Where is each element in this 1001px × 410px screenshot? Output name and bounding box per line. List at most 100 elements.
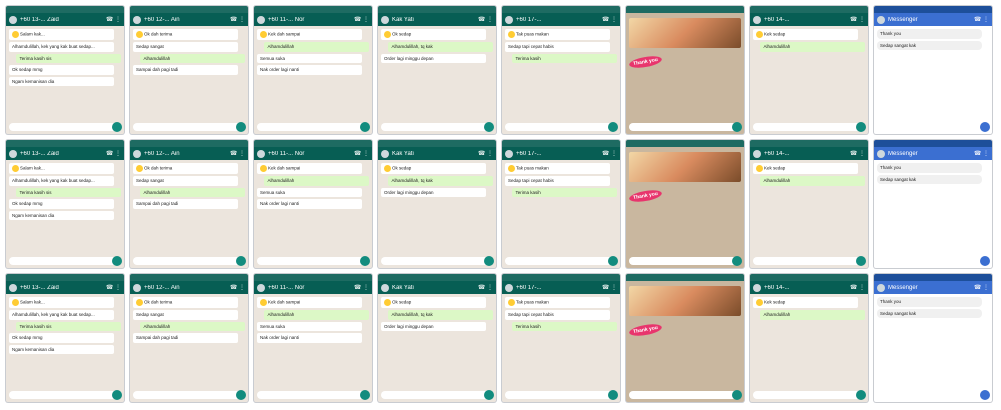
message-input[interactable] <box>629 390 742 400</box>
message-input[interactable] <box>257 122 370 132</box>
chat-message-text: Ok sedap mmg <box>12 201 43 206</box>
status-bar <box>254 6 372 13</box>
send-button[interactable] <box>236 256 246 266</box>
chat-message: Alhamdulillah <box>760 176 865 186</box>
chat-message: Kek dah sampai <box>257 29 362 40</box>
avatar <box>381 149 389 158</box>
send-button[interactable] <box>360 390 370 400</box>
chat-header: Kak Yati ☎ ⋮ <box>378 281 496 294</box>
send-button[interactable] <box>856 122 866 132</box>
header-icons: ☎ ⋮ <box>229 285 245 291</box>
message-input[interactable] <box>133 122 246 132</box>
message-input[interactable] <box>877 256 990 266</box>
send-button[interactable] <box>484 390 494 400</box>
status-bar <box>626 274 744 281</box>
send-button[interactable] <box>732 390 742 400</box>
status-bar <box>130 6 248 13</box>
header-icons: ☎ ⋮ <box>477 151 493 157</box>
chat-title: Kak Yati <box>392 16 414 23</box>
send-button[interactable] <box>360 256 370 266</box>
send-button[interactable] <box>608 390 618 400</box>
message-input[interactable] <box>629 256 742 266</box>
chat-title: +60 13-... Zaid <box>20 150 59 157</box>
avatar <box>257 15 265 24</box>
send-button[interactable] <box>856 256 866 266</box>
chat-message-text: Terima kasih sis <box>19 55 52 61</box>
message-input[interactable] <box>505 390 618 400</box>
message-input[interactable] <box>505 256 618 266</box>
message-input[interactable] <box>257 390 370 400</box>
avatar <box>753 283 761 292</box>
message-input[interactable] <box>381 256 494 266</box>
send-button[interactable] <box>980 390 990 400</box>
chat-header: +60 13-... Zaid ☎ ⋮ <box>6 147 124 160</box>
message-input[interactable] <box>9 122 122 132</box>
send-button[interactable] <box>980 122 990 132</box>
chat-message: Alhamdulillah <box>140 53 245 63</box>
message-input[interactable] <box>877 390 990 400</box>
message-input[interactable] <box>753 256 866 266</box>
chat-message: Alhamdulillah <box>140 321 245 331</box>
message-input[interactable] <box>381 122 494 132</box>
chat-header: Kak Yati ☎ ⋮ <box>378 147 496 160</box>
send-button[interactable] <box>484 256 494 266</box>
send-button[interactable] <box>112 122 122 132</box>
chat-title: +60 11-... Nor <box>268 16 305 23</box>
header-icons: ☎ ⋮ <box>849 285 865 291</box>
message-input[interactable] <box>629 122 742 132</box>
avatar <box>133 283 141 292</box>
message-input[interactable] <box>133 390 246 400</box>
chat-message-text: Salam kak... <box>20 299 45 305</box>
emoji-icon <box>136 165 143 172</box>
chat-message: Order lagi minggu depan <box>381 53 486 63</box>
status-bar <box>6 140 124 147</box>
send-button[interactable] <box>236 390 246 400</box>
message-input[interactable] <box>9 256 122 266</box>
message-input[interactable] <box>753 122 866 132</box>
send-button[interactable] <box>484 122 494 132</box>
chat-message: Tak puas makan <box>505 297 610 308</box>
avatar <box>753 15 761 24</box>
chat-header: +60 14-... ☎ ⋮ <box>750 13 868 26</box>
status-bar <box>626 6 744 13</box>
chat-title: +60 12-... Ain <box>144 150 180 157</box>
send-button[interactable] <box>236 122 246 132</box>
send-button[interactable] <box>732 256 742 266</box>
avatar <box>381 15 389 24</box>
header-icons: ☎ ⋮ <box>353 151 369 157</box>
emoji-icon <box>756 165 763 172</box>
message-input[interactable] <box>133 256 246 266</box>
send-button[interactable] <box>732 122 742 132</box>
chat-title: +60 17-... <box>516 16 542 23</box>
avatar <box>133 15 141 24</box>
send-button[interactable] <box>856 390 866 400</box>
send-button[interactable] <box>112 256 122 266</box>
send-button[interactable] <box>360 122 370 132</box>
message-input[interactable] <box>753 390 866 400</box>
chat-header: +60 12-... Ain ☎ ⋮ <box>130 13 248 26</box>
chat-title: +60 17-... <box>516 284 542 291</box>
chat-message: Ok sedap mmg <box>9 333 114 343</box>
send-button[interactable] <box>980 256 990 266</box>
message-input[interactable] <box>505 122 618 132</box>
send-button[interactable] <box>608 122 618 132</box>
chat-message-text: Sampai dah pagi tadi <box>136 335 179 340</box>
message-input[interactable] <box>9 390 122 400</box>
chat-tile: Thank you <box>626 6 744 134</box>
chat-message: Semua suka <box>257 321 362 331</box>
chat-message: Ngam kemanisan dia <box>9 210 114 220</box>
chat-message-text: Ok sedap mmg <box>12 335 43 340</box>
chat-message-text: Thank you <box>880 31 902 36</box>
message-input[interactable] <box>381 390 494 400</box>
send-button[interactable] <box>608 256 618 266</box>
chat-title: +60 11-... Nor <box>268 150 305 157</box>
message-input[interactable] <box>257 256 370 266</box>
message-input[interactable] <box>877 122 990 132</box>
chat-message-text: Nak order lagi nanti <box>260 335 300 340</box>
chat-title: Messenger <box>888 284 918 291</box>
send-button[interactable] <box>112 390 122 400</box>
chat-message-text: Ok dah terima <box>144 165 173 171</box>
chat-title: +60 14-... <box>764 16 790 23</box>
status-bar <box>750 6 868 13</box>
status-bar <box>254 140 372 147</box>
